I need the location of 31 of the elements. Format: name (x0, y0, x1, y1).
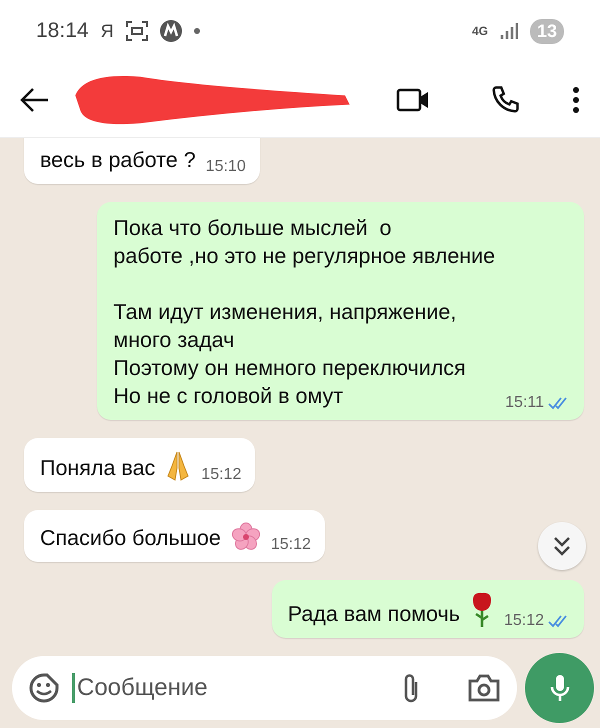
message-text: Пока что больше мыслей о работе ,но это не регулярное явление Там идут изменения, напряжение, много задач Поэтому он немного переключился Но не с головой в омут (113, 215, 496, 410)
message-text: Поняла вас (40, 455, 156, 482)
status-time: 18:14 (36, 19, 89, 43)
message-field[interactable]: Сообщение (12, 656, 517, 720)
message-text: весь в работе ? (40, 147, 196, 174)
message-text: Спасибо большое (40, 525, 221, 552)
app-notification-icon (160, 20, 182, 42)
message-time: 15:10 (206, 158, 246, 176)
sticker-icon (28, 672, 60, 704)
dot-icon (194, 28, 200, 34)
praying-hands-icon (165, 450, 192, 482)
chevrons-down-icon (552, 535, 572, 557)
microphone-icon (550, 673, 570, 703)
battery-badge: 13 (530, 18, 564, 44)
message-input[interactable]: Сообщение (72, 673, 389, 703)
scroll-down-button[interactable] (538, 522, 586, 570)
network-label: 4G (472, 25, 488, 37)
carrier-label: Я (100, 20, 114, 42)
message-time: 15:12 (270, 536, 311, 554)
phone-button[interactable] (490, 84, 520, 114)
message-time: 15:12 (201, 466, 242, 484)
message-text: Рада вам помочь (288, 601, 460, 628)
flower-icon (230, 522, 261, 552)
message-time: 15:12 (504, 612, 544, 630)
back-button[interactable] (20, 86, 50, 112)
video-call-button[interactable] (396, 86, 430, 112)
camera-button[interactable] (467, 673, 501, 703)
message-time: 15:11 (505, 394, 544, 412)
more-options-button[interactable] (572, 86, 580, 114)
screenshot-icon (126, 21, 148, 41)
signal-icon (500, 23, 518, 39)
